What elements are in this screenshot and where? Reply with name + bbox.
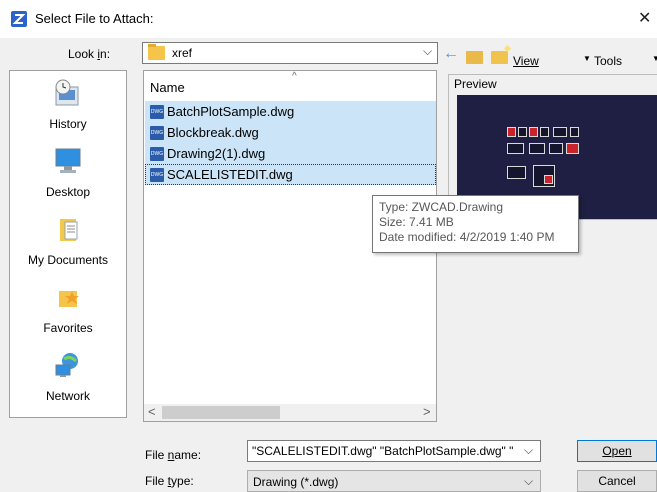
file-name-input[interactable]: "SCALELISTEDIT.dwg" "BatchPlotSample.dwg… [247, 440, 541, 462]
dwg-file-icon: DWG [150, 168, 164, 182]
tools-menu[interactable]: Tools [594, 54, 622, 68]
drawing-sheet [570, 127, 579, 137]
tooltip-date: Date modified: 4/2/2019 1:40 PM [379, 230, 555, 244]
file-row[interactable]: DWG BatchPlotSample.dwg [145, 101, 436, 122]
drawing-sheet [529, 127, 538, 137]
scrollbar-thumb[interactable] [162, 406, 280, 419]
my-documents-icon [52, 215, 84, 245]
file-name-label: File name: [145, 448, 202, 462]
drawing-sheet [507, 127, 516, 137]
view-menu-label: View [513, 54, 539, 68]
network-icon [52, 351, 84, 381]
back-arrow-icon[interactable]: ← [443, 45, 459, 63]
new-folder-icon[interactable] [491, 51, 508, 64]
title-bar: Select File to Attach: ✕ [0, 0, 657, 38]
desktop-icon [52, 147, 84, 177]
dwg-file-icon: DWG [150, 105, 164, 119]
column-header-name[interactable]: Name [150, 80, 185, 95]
view-menu[interactable]: View [513, 54, 539, 68]
look-in-value: xref [172, 46, 193, 60]
drawing-sheet [540, 127, 549, 137]
dwg-file-icon: DWG [150, 147, 164, 161]
dropdown-arrow-icon[interactable]: ▼ [652, 54, 657, 63]
window-title: Select File to Attach: [35, 11, 154, 26]
preview-label: Preview [454, 77, 497, 91]
scroll-right-icon[interactable]: > [423, 404, 431, 419]
sort-ascending-icon: ^ [292, 71, 297, 82]
place-favorites[interactable]: Favorites [10, 283, 126, 335]
file-row[interactable]: DWG SCALELISTEDIT.dwg [145, 164, 436, 185]
drawing-sheet [507, 166, 526, 179]
place-my-documents[interactable]: My Documents [10, 215, 126, 267]
history-icon [52, 79, 84, 109]
favorites-icon [52, 283, 84, 313]
file-row[interactable]: DWG Drawing2(1).dwg [145, 143, 436, 164]
file-info-tooltip: Type: ZWCAD.Drawing Size: 7.41 MB Date m… [372, 195, 579, 253]
place-label: Desktop [45, 185, 91, 199]
file-name-value: "SCALELISTEDIT.dwg" "BatchPlotSample.dwg… [252, 444, 514, 458]
dwg-file-icon: DWG [150, 126, 164, 140]
close-button[interactable]: ✕ [638, 8, 657, 28]
drawing-sheet [553, 127, 567, 137]
file-name: BatchPlotSample.dwg [167, 104, 295, 119]
drawing-sheet [549, 143, 563, 154]
file-name: SCALELISTEDIT.dwg [167, 167, 293, 182]
place-label: History [49, 117, 87, 131]
open-button[interactable]: Open [577, 440, 657, 462]
place-label: My Documents [27, 253, 109, 267]
chevron-down-icon[interactable]: ⌵ [524, 474, 533, 489]
open-button-label: Open [602, 444, 632, 458]
zwcad-app-icon [11, 11, 27, 27]
file-row[interactable]: DWG Blockbreak.dwg [145, 122, 436, 143]
up-one-level-icon[interactable] [466, 51, 483, 64]
chevron-down-icon[interactable]: ⌵ [423, 44, 432, 59]
places-bar: History Desktop My Documents Favorites N… [9, 70, 127, 418]
drawing-sheet [544, 175, 553, 184]
look-in-label: Look in: [68, 47, 111, 61]
chevron-down-icon[interactable]: ⌵ [524, 443, 533, 458]
place-label: Network [45, 389, 90, 403]
look-in-dropdown[interactable]: xref ⌵ [142, 42, 438, 64]
folder-icon [148, 44, 165, 60]
horizontal-scrollbar[interactable]: < > [144, 404, 436, 421]
place-history[interactable]: History [10, 79, 126, 131]
tooltip-type: Type: ZWCAD.Drawing [379, 200, 504, 214]
drawing-sheet [518, 127, 527, 137]
drawing-sheet [529, 143, 545, 154]
file-name: Drawing2(1).dwg [167, 146, 266, 161]
tooltip-size: Size: 7.41 MB [379, 215, 454, 229]
drawing-sheet [566, 143, 579, 154]
tools-menu-label: Tools [594, 54, 623, 68]
file-name: Blockbreak.dwg [167, 125, 259, 140]
place-desktop[interactable]: Desktop [10, 147, 126, 199]
drawing-sheet [507, 143, 524, 154]
place-network[interactable]: Network [10, 351, 126, 403]
dropdown-arrow-icon[interactable]: ▼ [583, 54, 591, 63]
place-label: Favorites [43, 321, 93, 335]
file-type-label: File type: [145, 474, 194, 488]
file-type-value: Drawing (*.dwg) [253, 475, 339, 489]
scroll-left-icon[interactable]: < [148, 404, 156, 419]
